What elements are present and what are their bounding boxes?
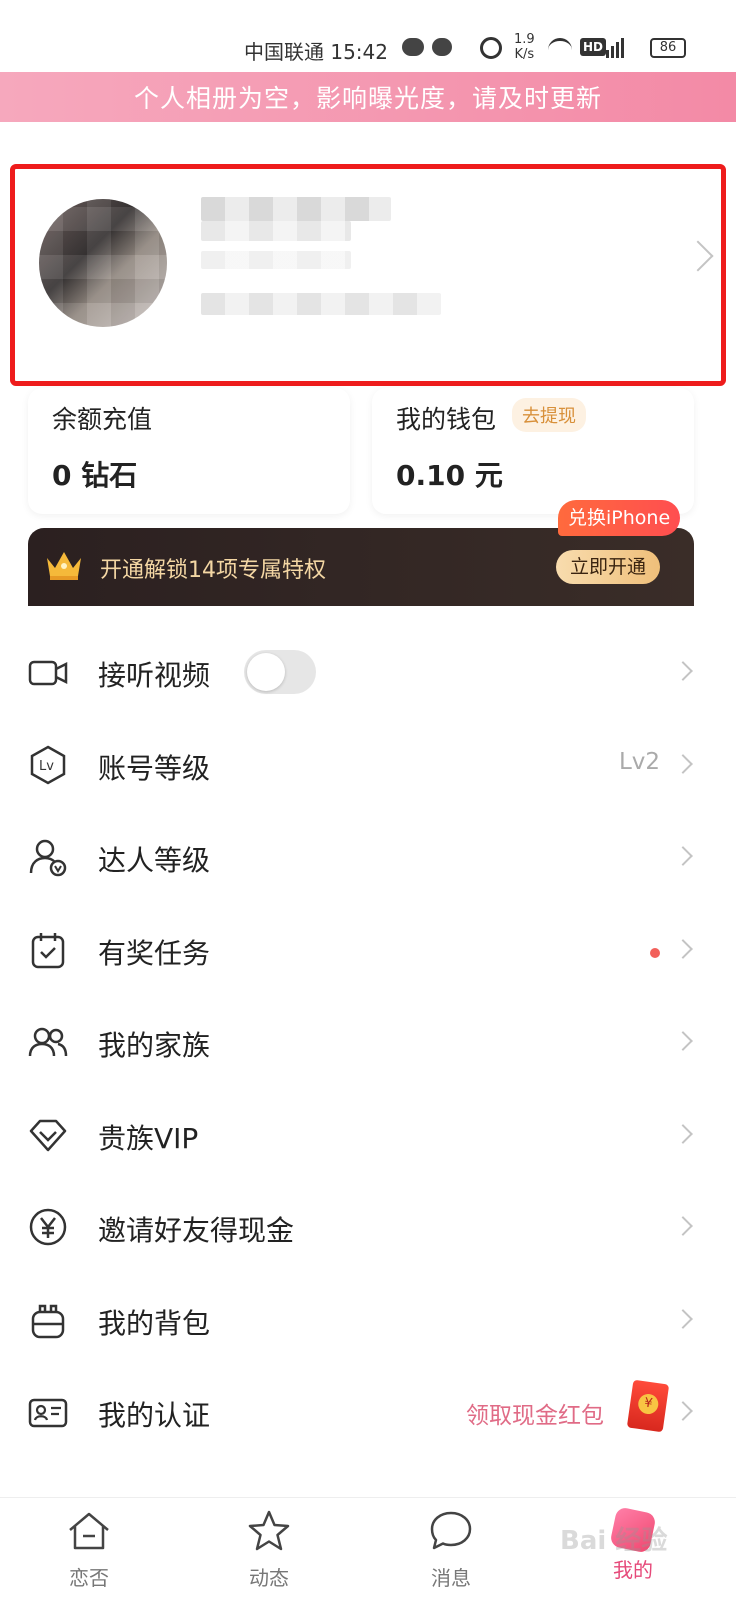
red-packet-link[interactable]: 领取现金红包 [466, 1396, 604, 1430]
wifi-icon [548, 38, 572, 56]
menu-item-label: 接听视频 [98, 659, 211, 692]
wallet-value: 0.10 元 [396, 459, 503, 492]
withdraw-button[interactable]: 去提现 [512, 398, 586, 432]
tab-home[interactable]: 恋否 [34, 1508, 144, 1591]
user-info-blurred [201, 251, 351, 269]
open-vip-button[interactable]: 立即开通 [556, 550, 660, 584]
menu-item-talent-level[interactable]: 达人等级 [0, 811, 736, 904]
watermark: Bai 经验 [560, 1526, 668, 1556]
menu-item-video-call[interactable]: 接听视频 [0, 626, 736, 719]
tab-label: 消息 [431, 1566, 471, 1590]
tab-label: 恋否 [69, 1566, 109, 1590]
group-users-icon [28, 1027, 68, 1057]
net-speed: 1.9 K/s [514, 32, 535, 62]
chevron-right-icon [673, 1123, 693, 1144]
album-empty-banner[interactable]: 个人相册为空，影响曝光度，请及时更新 [0, 72, 736, 122]
menu-item-noble-vip[interactable]: 贵族VIP [0, 1089, 736, 1182]
notification-icons [402, 38, 452, 56]
diamond-icon [29, 1119, 67, 1151]
battery-indicator: 86 [650, 38, 686, 58]
home-icon [69, 1512, 109, 1550]
id-card-icon [28, 1398, 68, 1428]
menu-item-account-level[interactable]: Lv 账号等级 Lv2 [0, 719, 736, 812]
calendar-check-icon [31, 932, 65, 968]
chevron-right-icon [673, 1216, 693, 1236]
level-badge-icon: Lv [30, 745, 66, 784]
backpack-icon [31, 1304, 65, 1338]
chevron-right-icon [673, 1308, 693, 1329]
menu-item-my-certification[interactable]: 我的认证 领取现金红包 [0, 1366, 736, 1459]
net-speed-unit: K/s [514, 47, 535, 62]
tab-moments[interactable]: 动态 [214, 1508, 324, 1591]
account-level-value: Lv2 [618, 748, 660, 775]
menu-item-label: 有奖任务 [98, 936, 211, 970]
carrier-time: 中国联通 15:42 [244, 40, 388, 64]
banner-text: 个人相册为空，影响曝光度，请及时更新 [133, 84, 602, 113]
profile-card[interactable] [10, 164, 726, 386]
chevron-right-icon [682, 240, 714, 272]
tab-messages[interactable]: 消息 [396, 1508, 506, 1591]
video-camera-icon [28, 660, 68, 686]
menu-item-label: 贵族VIP [98, 1121, 199, 1155]
wallet-card[interactable]: 我的钱包 去提现 0.10 元 [372, 388, 694, 514]
menu-item-invite-friends[interactable]: 邀请好友得现金 [0, 1181, 736, 1274]
star-icon [248, 1510, 290, 1551]
message-icon [432, 38, 452, 56]
chevron-right-icon [673, 1031, 693, 1051]
recharge-title: 余额充值 [52, 405, 153, 434]
notification-dot [650, 947, 660, 958]
status-bar: 中国联通 15:42 1.9 K/s HD 86 [0, 0, 736, 72]
menu-list: 接听视频 Lv 账号等级 Lv2 达人等级 有奖任务 我的家族 贵族VIP 邀请… [0, 626, 736, 1459]
wechat-icon [402, 38, 424, 56]
hd-badge: HD [580, 38, 607, 56]
menu-item-label: 我的家族 [98, 1029, 211, 1062]
menu-item-label: 账号等级 [98, 751, 211, 785]
vip-promo-strip[interactable]: 开通解锁14项专属特权 兑换iPhone 立即开通 [28, 500, 694, 606]
chevron-right-icon [673, 938, 693, 959]
menu-item-reward-tasks[interactable]: 有奖任务 [0, 904, 736, 997]
menu-item-my-backpack[interactable]: 我的背包 [0, 1274, 736, 1367]
chat-bubble-icon [430, 1511, 472, 1550]
menu-item-my-family[interactable]: 我的家族 [0, 996, 736, 1089]
nickname-blurred [201, 197, 391, 221]
recharge-value: 0 钻石 [52, 459, 138, 492]
yen-coin-icon [29, 1208, 67, 1246]
user-info-blurred [201, 221, 351, 241]
chevron-right-icon [673, 846, 693, 866]
avatar[interactable] [39, 199, 167, 327]
red-packet-icon[interactable] [626, 1379, 670, 1433]
video-call-toggle[interactable] [244, 650, 316, 694]
menu-item-label: 我的认证 [98, 1399, 211, 1432]
tab-label: 动态 [249, 1566, 289, 1590]
menu-item-label: 邀请好友得现金 [98, 1214, 295, 1247]
chevron-right-icon [673, 753, 693, 774]
chevron-right-icon [673, 1401, 693, 1421]
chevron-right-icon [673, 661, 693, 681]
recharge-card[interactable]: 余额充值 0 钻石 [28, 388, 350, 514]
svg-text:Lv: Lv [39, 759, 54, 774]
user-verified-icon [29, 839, 67, 877]
alarm-icon [480, 37, 502, 59]
menu-item-label: 达人等级 [98, 844, 211, 877]
tab-label: 我的 [613, 1558, 653, 1582]
user-id-blurred [201, 293, 441, 315]
crown-icon [47, 552, 81, 580]
wallet-title: 我的钱包 [396, 405, 497, 434]
menu-item-label: 我的背包 [98, 1306, 211, 1340]
signal-icon [606, 36, 624, 58]
iphone-badge: 兑换iPhone [558, 500, 681, 536]
vip-promo-text: 开通解锁14项专属特权 [100, 558, 326, 583]
net-speed-value: 1.9 [514, 32, 535, 47]
